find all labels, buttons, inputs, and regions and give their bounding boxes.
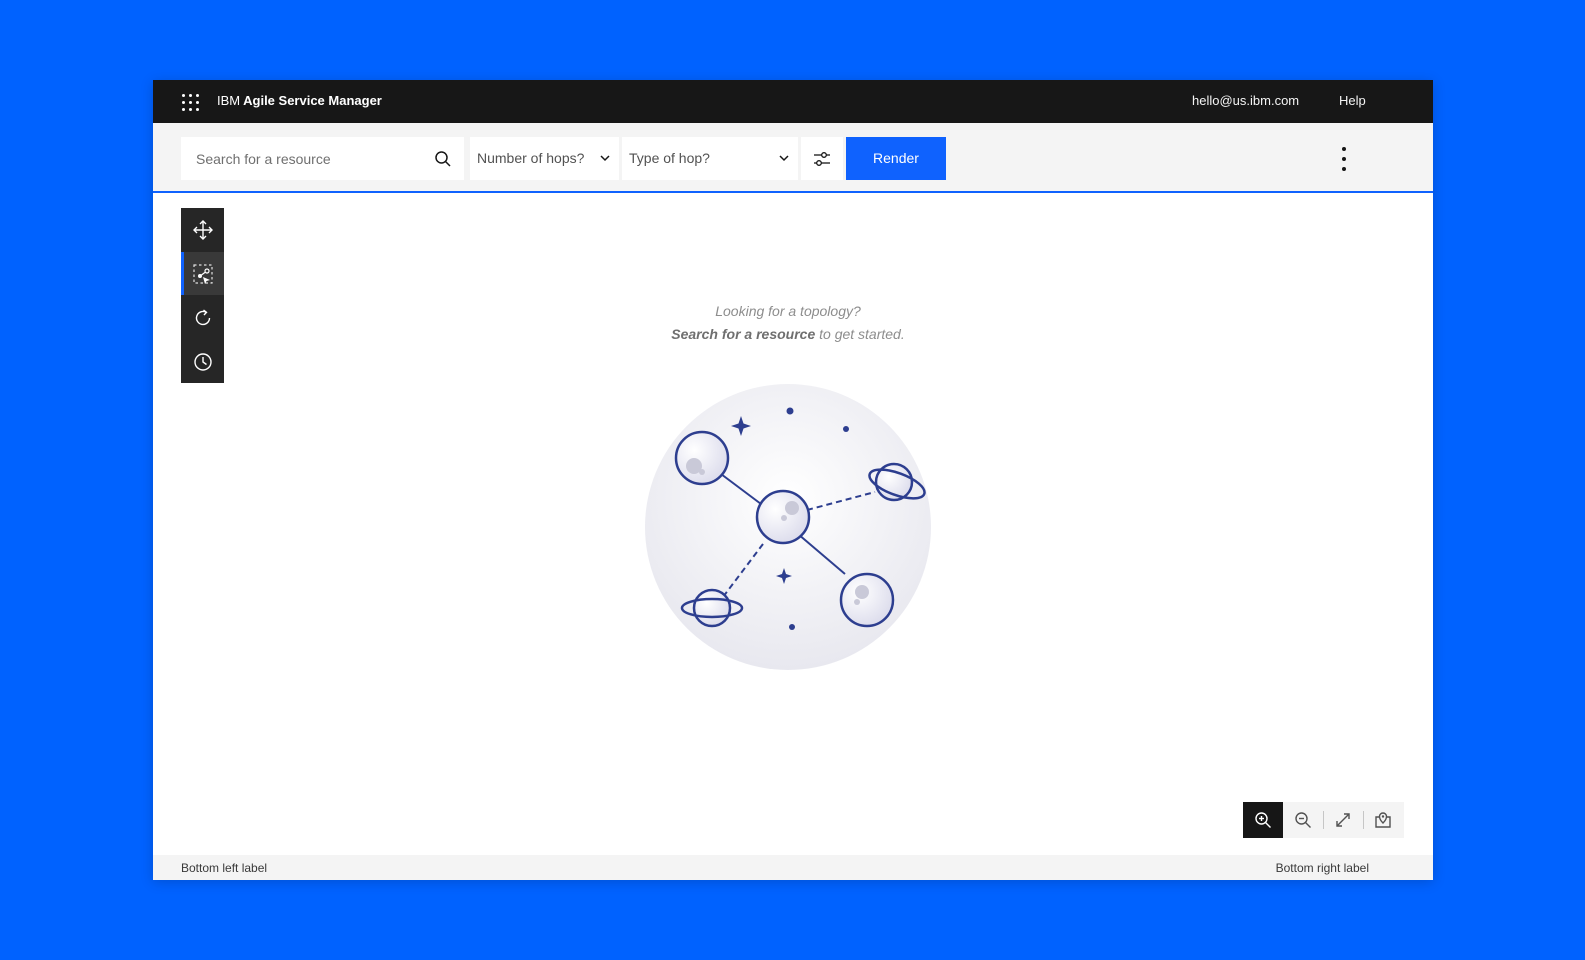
top-header: IBM Agile Service Manager hello@us.ibm.co… [153, 80, 1433, 123]
topology-toolbar: Number of hops? Type of hop? Render [153, 123, 1433, 193]
history-icon [194, 353, 212, 371]
app-switcher-icon[interactable] [180, 92, 202, 112]
zoom-controls [1243, 802, 1404, 838]
empty-state-line1: Looking for a topology? [715, 303, 861, 319]
bottom-left-label: Bottom left label [181, 861, 268, 875]
fit-to-screen-icon [1336, 813, 1350, 827]
filter-settings-button[interactable] [801, 137, 843, 180]
chevron-down-icon [779, 155, 789, 162]
app-window: IBM Agile Service Manager hello@us.ibm.co… [153, 80, 1433, 880]
brand-name: Agile Service Manager [243, 93, 382, 108]
locate-icon [1375, 812, 1391, 828]
empty-state-rest: to get started. [815, 326, 905, 342]
resource-search [181, 137, 464, 180]
empty-state-line2: Search for a resource to get started. [593, 323, 983, 346]
user-email-link[interactable]: hello@us.ibm.com [1192, 93, 1299, 108]
help-link[interactable]: Help [1339, 93, 1366, 108]
zoom-out-icon [1295, 812, 1311, 828]
hops-dropdown-label: Number of hops? [477, 150, 585, 166]
hop-type-dropdown-label: Type of hop? [629, 150, 710, 166]
zoom-in-button[interactable] [1243, 802, 1283, 838]
move-icon [193, 220, 213, 240]
brand-prefix: IBM [217, 93, 241, 108]
search-icon[interactable] [434, 150, 452, 168]
select-nodes-icon [193, 264, 213, 284]
empty-state-message: Looking for a topology? Search for a res… [593, 300, 983, 346]
tool-rail [181, 208, 224, 383]
render-button[interactable]: Render [846, 137, 946, 180]
locate-button[interactable] [1363, 802, 1403, 838]
status-footer: Bottom left label Bottom right label [153, 855, 1433, 880]
sliders-icon [814, 152, 830, 166]
zoom-in-icon [1255, 812, 1271, 828]
refresh-icon [195, 309, 211, 326]
hop-type-dropdown[interactable]: Type of hop? [622, 137, 798, 180]
rail-refresh-button[interactable] [181, 296, 224, 339]
topology-empty-illustration [645, 384, 931, 670]
rail-move-button[interactable] [181, 208, 224, 251]
empty-state-emphasis: Search for a resource [671, 326, 816, 342]
hops-dropdown[interactable]: Number of hops? [470, 137, 619, 180]
rail-history-button[interactable] [181, 340, 224, 383]
search-input[interactable] [181, 137, 421, 180]
product-name[interactable]: IBM Agile Service Manager [217, 93, 382, 108]
fit-to-screen-button[interactable] [1323, 802, 1363, 838]
rail-select-button[interactable] [181, 252, 224, 295]
bottom-right-label: Bottom right label [1275, 861, 1369, 875]
chevron-down-icon [600, 155, 610, 162]
zoom-out-button[interactable] [1283, 802, 1323, 838]
overflow-menu-icon[interactable] [1336, 145, 1352, 173]
